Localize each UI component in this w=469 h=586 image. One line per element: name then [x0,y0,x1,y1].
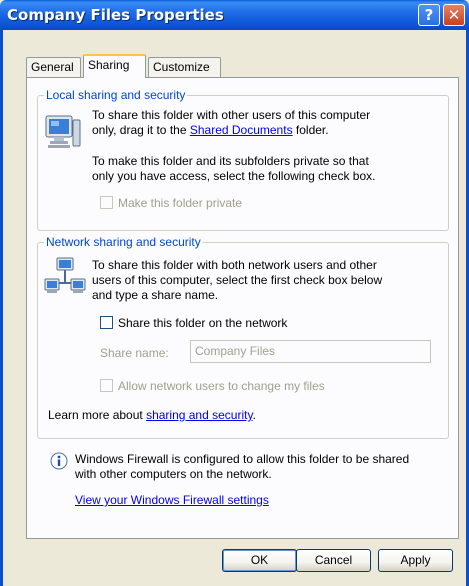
firewall-text-line2: with other computers on the network. [75,467,272,481]
local-text-line1: To share this folder with other users of… [92,108,371,122]
network-text-line3: and type a share name. [92,288,219,302]
tab-sharing[interactable]: Sharing [83,54,146,78]
learn-more-text: Learn more about sharing and security. [48,408,256,423]
share-folder-label: Share this folder on the network [118,316,288,330]
close-icon: ✕ [447,6,461,24]
sharing-tab-page: Local sharing and security To share this… [26,77,459,539]
share-folder-checkbox[interactable] [100,316,113,329]
network-icon [44,257,86,293]
local-sharing-group: Local sharing and security To share this… [37,88,449,231]
help-button[interactable]: ? [418,4,440,26]
local-text-prefix: only, drag it to the [92,123,190,137]
firewall-settings-link[interactable]: View your Windows Firewall settings [75,493,269,508]
close-button[interactable]: ✕ [443,4,465,26]
window-frame-left [0,30,3,586]
properties-dialog: Company Files Properties ? ✕ General Sha… [0,0,469,586]
title-bar[interactable]: Company Files Properties ? ✕ [0,0,469,30]
learn-more-prefix: Learn more about [48,408,147,422]
window-title: Company Files Properties [7,6,224,24]
make-private-checkbox[interactable] [100,196,113,209]
local-private-text-line2: only you have access, select the followi… [92,169,376,183]
local-private-text-line1: To make this folder and its subfolders p… [92,154,369,168]
network-text-line1: To share this folder with both network u… [92,258,377,272]
shared-documents-link[interactable]: Shared Documents [190,123,293,137]
info-icon [50,452,68,470]
network-text-line2: users of this computer, select the first… [92,273,383,287]
cancel-button[interactable]: Cancel [296,549,371,572]
apply-button[interactable]: Apply [378,549,453,572]
share-name-field[interactable]: Company Files [190,340,431,363]
ok-button[interactable]: OK [222,549,297,572]
network-sharing-group: Network sharing and security To share th… [37,235,449,439]
local-sharing-legend: Local sharing and security [44,88,188,102]
network-sharing-legend: Network sharing and security [44,235,203,249]
computer-icon [45,115,81,148]
tab-customize[interactable]: Customize [148,57,221,77]
learn-more-suffix: . [252,408,256,422]
allow-change-label: Allow network users to change my files [118,379,325,393]
local-text-suffix: folder. [292,123,329,137]
share-name-label: Share name: [100,346,169,360]
tab-general[interactable]: General [26,57,81,77]
firewall-text-line1: Windows Firewall is configured to allow … [75,452,410,466]
help-icon: ? [424,6,434,24]
sharing-security-link[interactable]: sharing and security [146,408,253,422]
local-text-line2: only, drag it to the Shared Documents fo… [92,123,329,138]
allow-change-checkbox[interactable] [100,379,113,392]
make-private-label: Make this folder private [118,196,243,210]
